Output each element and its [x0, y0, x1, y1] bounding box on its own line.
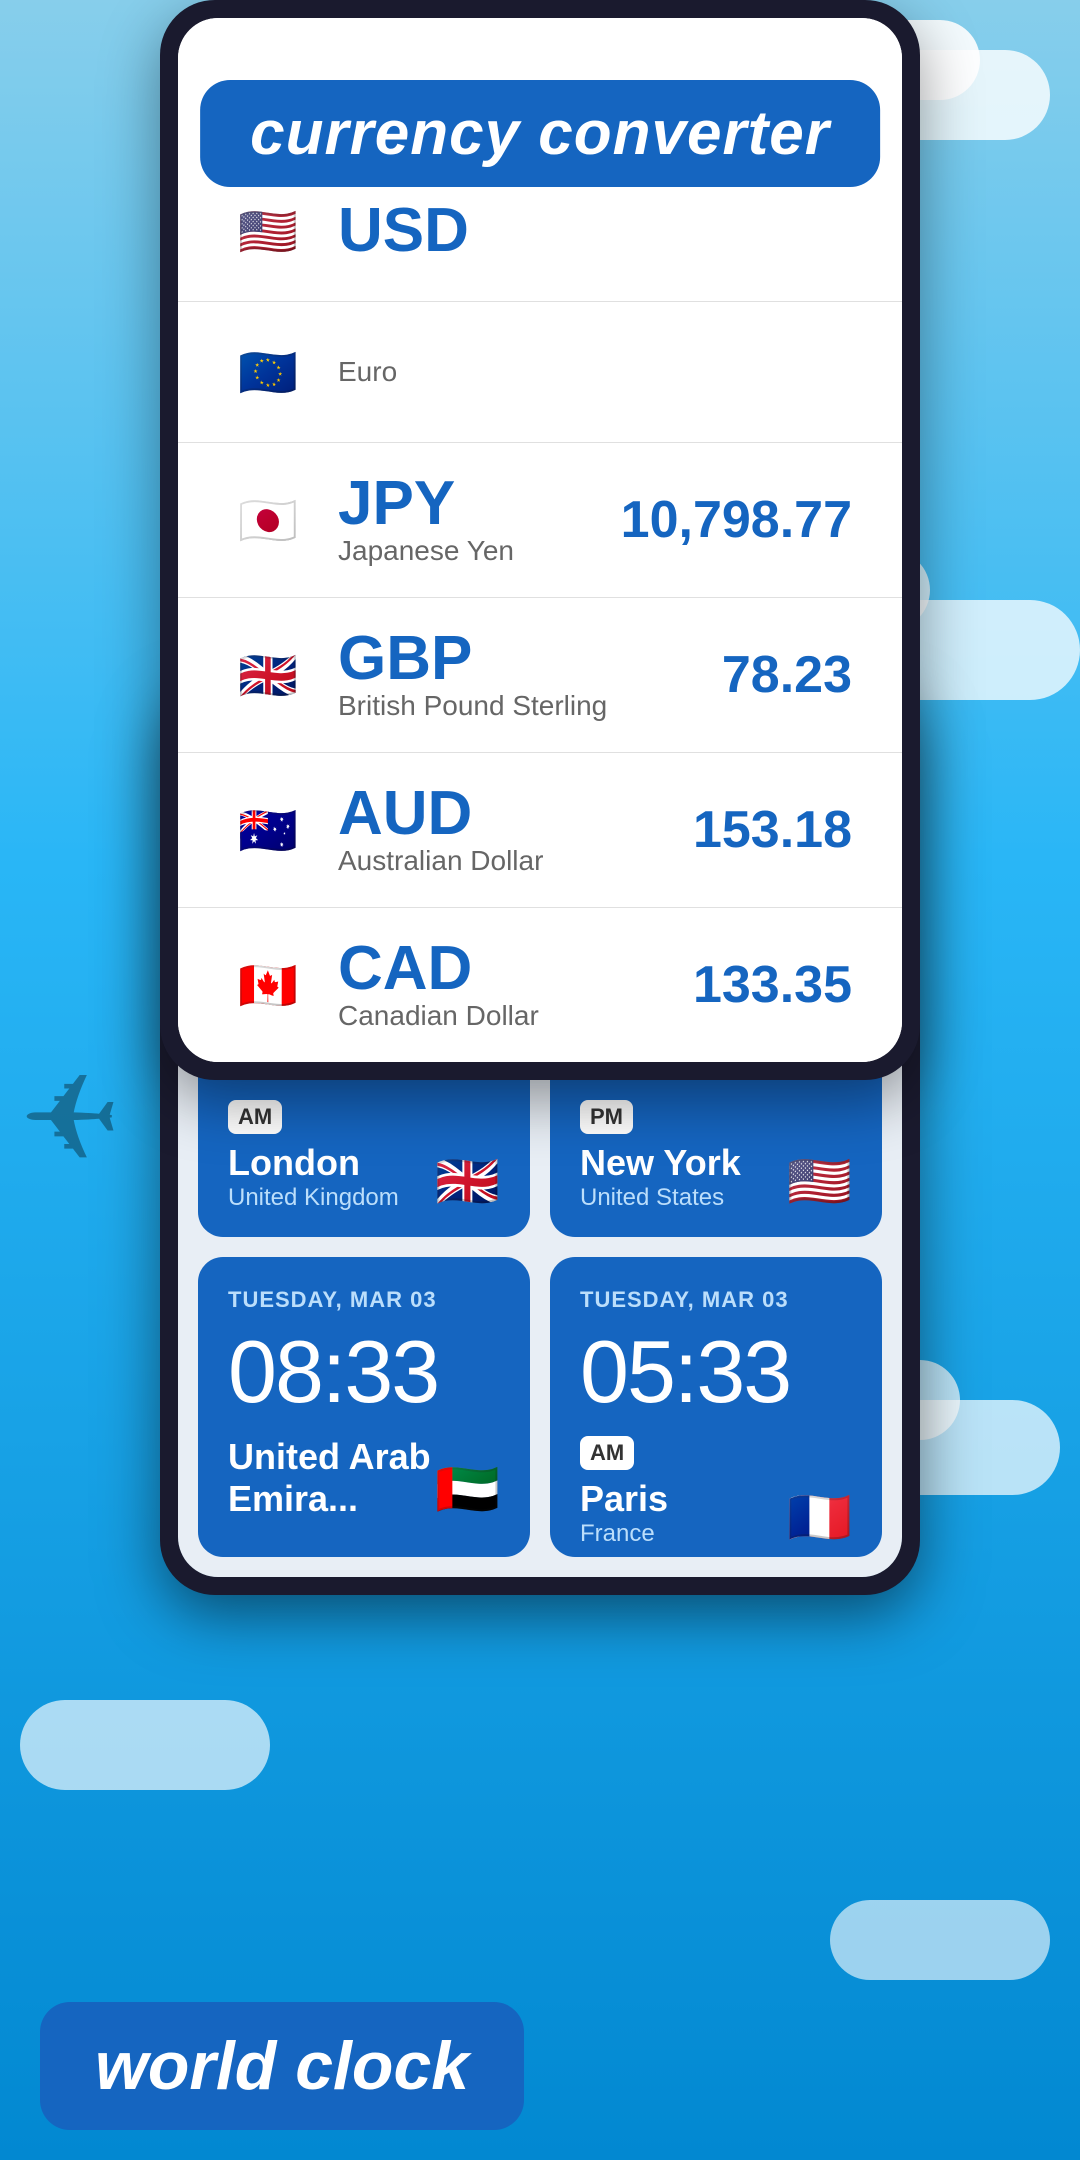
paris-ampm: AM — [580, 1436, 634, 1470]
paris-city-info: AM Paris France — [580, 1436, 787, 1548]
newyork-city-info: PM New York United States — [580, 1100, 787, 1212]
currency-item-eur: 🇪🇺 Euro — [178, 302, 902, 443]
eur-info: Euro — [338, 356, 852, 388]
uae-flag: 🇦🇪 — [435, 1459, 500, 1520]
aud-info: AUD Australian Dollar — [338, 783, 693, 877]
world-clock-label-text: world clock — [95, 2028, 469, 2104]
usd-code: USD — [338, 200, 852, 262]
usd-info: USD — [338, 200, 852, 262]
uae-footer: United Arab Emira... 🇦🇪 — [228, 1436, 500, 1520]
currency-item-jpy: 🇯🇵 JPY Japanese Yen 10,798.77 — [178, 443, 902, 598]
clock-card-uae[interactable]: TUESDAY, MAR 03 08:33 United Arab Emira.… — [198, 1257, 530, 1557]
uae-date: TUESDAY, MAR 03 — [228, 1287, 500, 1313]
london-ampm: AM — [228, 1100, 282, 1134]
gbp-code: GBP — [338, 628, 722, 690]
cad-flag: 🇨🇦 — [228, 945, 308, 1025]
cad-name: Canadian Dollar — [338, 1000, 693, 1032]
newyork-flag: 🇺🇸 — [787, 1151, 852, 1212]
paris-footer: AM Paris France 🇫🇷 — [580, 1436, 852, 1548]
eur-flag: 🇪🇺 — [228, 332, 308, 412]
gbp-info: GBP British Pound Sterling — [338, 628, 722, 722]
london-footer: AM London United Kingdom 🇬🇧 — [228, 1100, 500, 1212]
world-clock-label: world clock — [40, 2002, 524, 2130]
uae-city: United Arab Emira... — [228, 1436, 435, 1520]
currency-item-aud: 🇦🇺 AUD Australian Dollar 153.18 — [178, 753, 902, 908]
clock-card-paris[interactable]: TUESDAY, MAR 03 05:33 AM Paris France 🇫🇷 — [550, 1257, 882, 1557]
gbp-value: 78.23 — [722, 645, 852, 705]
currency-item-cad: 🇨🇦 CAD Canadian Dollar 133.35 — [178, 908, 902, 1062]
usd-flag: 🇺🇸 — [228, 191, 308, 271]
cad-info: CAD Canadian Dollar — [338, 938, 693, 1032]
currency-item-gbp: 🇬🇧 GBP British Pound Sterling 78.23 — [178, 598, 902, 753]
jpy-name: Japanese Yen — [338, 535, 621, 567]
aud-name: Australian Dollar — [338, 845, 693, 877]
aud-value: 153.18 — [693, 800, 852, 860]
london-city-info: AM London United Kingdom — [228, 1100, 435, 1212]
jpy-value: 10,798.77 — [621, 490, 852, 550]
newyork-city: New York — [580, 1142, 787, 1184]
newyork-country: United States — [580, 1184, 787, 1212]
currency-list: 🇺🇸 USD 🇪🇺 Euro 🇯🇵 JPY — [178, 161, 902, 1062]
gbp-flag: 🇬🇧 — [228, 635, 308, 715]
gbp-name: British Pound Sterling — [338, 690, 722, 722]
uae-time: 08:33 — [228, 1328, 500, 1416]
paris-country: France — [580, 1520, 787, 1548]
currency-converter-label: currency converter — [200, 80, 880, 187]
jpy-code: JPY — [338, 473, 621, 535]
aud-flag: 🇦🇺 — [228, 790, 308, 870]
paris-time: 05:33 — [580, 1328, 852, 1416]
paris-date: TUESDAY, MAR 03 — [580, 1287, 852, 1313]
newyork-footer: PM New York United States 🇺🇸 — [580, 1100, 852, 1212]
newyork-ampm: PM — [580, 1100, 633, 1134]
cad-value: 133.35 — [693, 955, 852, 1015]
london-flag: 🇬🇧 — [435, 1151, 500, 1212]
paris-flag: 🇫🇷 — [787, 1487, 852, 1548]
currency-converter-phone: currency converter 100 USD equals: 🇺🇸 US… — [160, 0, 920, 1080]
cad-code: CAD — [338, 938, 693, 1000]
paris-city: Paris — [580, 1478, 787, 1520]
london-country: United Kingdom — [228, 1184, 435, 1212]
aud-code: AUD — [338, 783, 693, 845]
london-city: London — [228, 1142, 435, 1184]
jpy-info: JPY Japanese Yen — [338, 473, 621, 567]
airplane-decoration: ✈ — [20, 1050, 121, 1189]
jpy-flag: 🇯🇵 — [228, 480, 308, 560]
uae-city-info: United Arab Emira... — [228, 1436, 435, 1520]
eur-name: Euro — [338, 356, 852, 388]
